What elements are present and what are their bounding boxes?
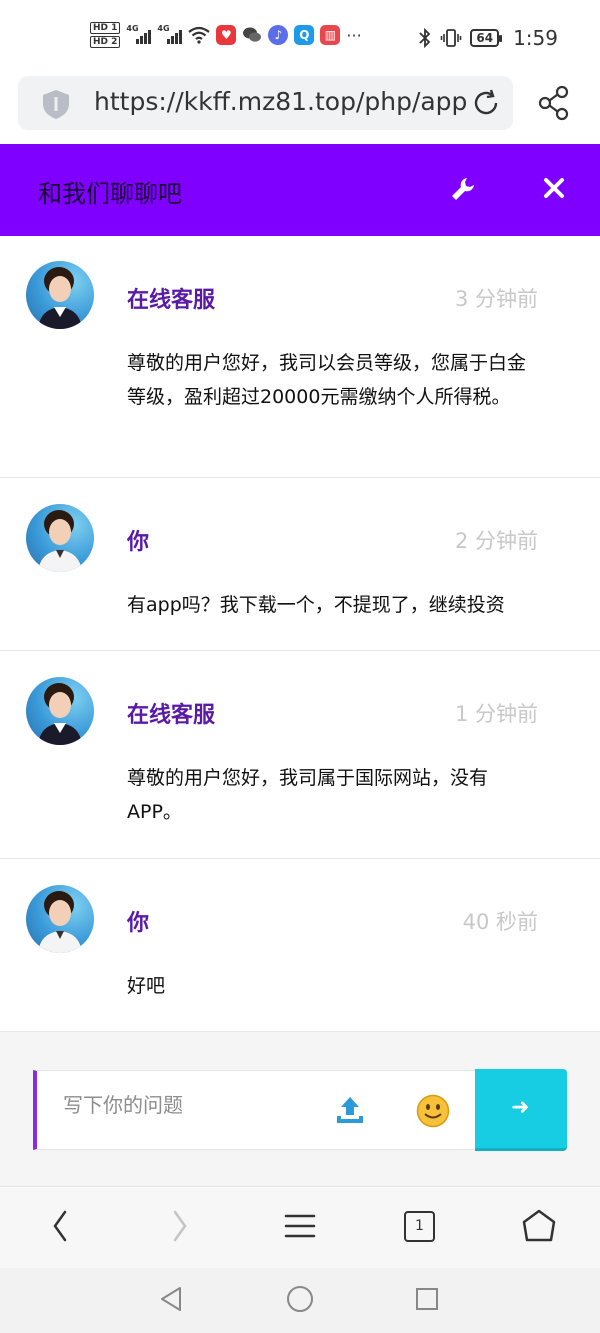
home-icon[interactable]: [521, 1208, 557, 1244]
reload-icon[interactable]: [471, 88, 501, 118]
arrow-right-icon[interactable]: ➜: [511, 1095, 529, 1120]
chat-header: 和我们聊聊吧: [0, 144, 600, 236]
signal1-icon: 4G: [126, 24, 152, 44]
nav-home-icon[interactable]: [286, 1285, 314, 1313]
upload-icon[interactable]: [334, 1094, 366, 1126]
agent-avatar: [26, 677, 94, 745]
status-bar: HD 1 HD 2 4G 4G ♥ ♪ Q ▥ ··· 64 1:59: [0, 0, 600, 76]
tab-count-button[interactable]: 1: [404, 1211, 435, 1242]
message-text: 有app吗？我下载一个，不提现了，继续投资: [127, 594, 505, 616]
hd-indicators: HD 1 HD 2: [90, 22, 121, 48]
forward-icon[interactable]: [170, 1208, 190, 1244]
status-icons-right: 64 1:59: [418, 26, 558, 50]
wechat-icon: [243, 27, 262, 42]
message-item: 在线客服 3 分钟前 尊敬的用户您好，我司以会员等级，您属于白金等级，盈利超过2…: [0, 236, 600, 478]
sender-name: 在线客服: [127, 703, 216, 728]
smiley-icon[interactable]: [416, 1094, 450, 1128]
music-icon: ♪: [268, 25, 289, 45]
hd2-indicator: HD 2: [90, 36, 121, 48]
chat-title: 和我们聊聊吧: [38, 180, 182, 208]
close-icon[interactable]: [542, 176, 566, 200]
wrench-icon[interactable]: [450, 176, 476, 202]
search-app-icon: Q: [294, 25, 315, 45]
sender-name: 你: [127, 530, 150, 555]
wifi-icon: [188, 26, 211, 44]
vibrate-icon: [441, 29, 462, 47]
sender-name: 你: [127, 911, 150, 936]
message-item: 在线客服 1 分钟前 尊敬的用户您好，我司属于国际网站，没有APP。: [0, 651, 600, 859]
share-icon[interactable]: [537, 84, 571, 122]
user-avatar: [26, 885, 94, 953]
nav-recents-icon[interactable]: [415, 1287, 439, 1311]
send-button[interactable]: ➜: [475, 1069, 567, 1151]
message-time: 3 分钟前: [454, 287, 538, 311]
sender-name: 在线客服: [127, 288, 216, 313]
signal2-icon: 4G: [157, 24, 183, 44]
user-avatar: [26, 504, 94, 572]
clock: 1:59: [513, 26, 558, 50]
agent-avatar: [26, 261, 94, 329]
shield-icon[interactable]: [40, 88, 72, 120]
address-bar[interactable]: https://kkff.mz81.top/php/app: [18, 76, 513, 130]
message-input[interactable]: [63, 1093, 313, 1117]
message-text: 尊敬的用户您好，我司属于国际网站，没有APP。: [127, 767, 489, 823]
message-text: 好吧: [127, 975, 166, 997]
status-icons-left: HD 1 HD 2 4G 4G ♥ ♪ Q ▥ ···: [90, 22, 362, 48]
battery-indicator: 64: [470, 29, 502, 47]
app-notification-icon: ♥: [216, 25, 237, 45]
book-app-icon: ▥: [320, 25, 341, 45]
url-text[interactable]: https://kkff.mz81.top/php/app: [94, 87, 469, 116]
more-notifications-icon: ···: [346, 25, 362, 45]
menu-icon[interactable]: [284, 1208, 316, 1244]
message-time: 2 分钟前: [454, 529, 538, 553]
nav-back-icon[interactable]: [158, 1285, 184, 1313]
message-time: 40 秒前: [462, 910, 538, 934]
message-item: 你 2 分钟前 有app吗？我下载一个，不提现了，继续投资: [0, 478, 600, 651]
bluetooth-icon: [419, 27, 431, 49]
message-text: 尊敬的用户您好，我司以会员等级，您属于白金等级，盈利超过20000元需缴纳个人所…: [127, 352, 527, 408]
back-icon[interactable]: [50, 1208, 70, 1244]
message-item: 你 40 秒前 好吧: [0, 859, 600, 1032]
message-time: 1 分钟前: [454, 702, 538, 726]
hd1-indicator: HD 1: [90, 22, 121, 34]
